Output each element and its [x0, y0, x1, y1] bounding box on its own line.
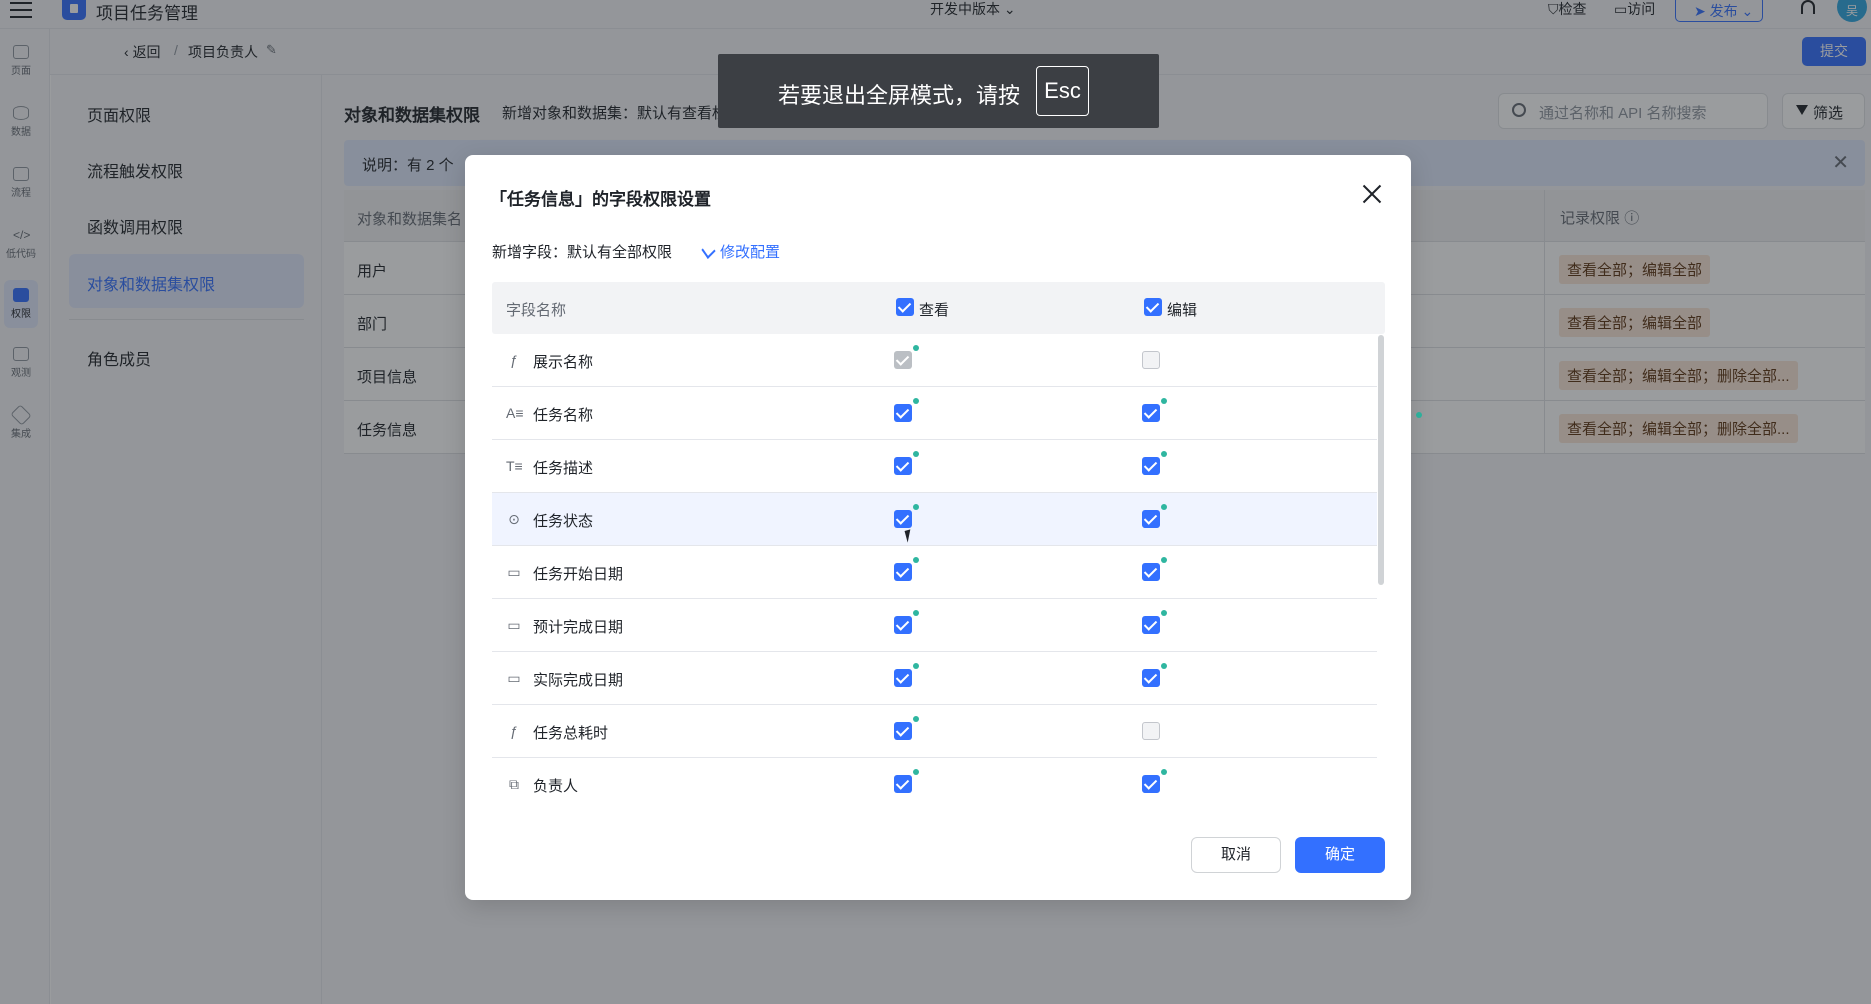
changed-dot [913, 769, 919, 775]
view-checkbox[interactable] [894, 398, 919, 422]
field-row: ▭ 实际完成日期 [492, 652, 1377, 705]
modify-config-label: 修改配置 [720, 244, 781, 261]
view-checkbox [894, 345, 919, 369]
changed-dot [1161, 769, 1167, 775]
changed-dot [1161, 557, 1167, 563]
field-row: ⊙ 任务状态 [492, 493, 1377, 546]
changed-dot [913, 557, 919, 563]
cancel-button[interactable]: 取消 [1191, 837, 1281, 873]
changed-dot [913, 398, 919, 404]
close-icon[interactable] [1361, 183, 1383, 205]
changed-dot [913, 504, 919, 510]
formula-icon: ƒ [510, 352, 518, 368]
formula-icon: ƒ [510, 723, 518, 739]
edit-checkbox[interactable] [1142, 504, 1167, 528]
text-icon: A≡ [506, 405, 524, 421]
edit-checkbox[interactable] [1142, 610, 1167, 634]
calendar-icon: ▭ [507, 564, 521, 580]
edit-checkbox[interactable] [1142, 769, 1167, 793]
calendar-icon: ▭ [507, 617, 521, 633]
changed-dot [1161, 504, 1167, 510]
field-name: 展示名称 [533, 354, 594, 371]
edit-checkbox[interactable] [1142, 398, 1167, 422]
view-checkbox[interactable] [894, 504, 919, 528]
field-row: ▭ 预计完成日期 [492, 599, 1377, 652]
view-all-checkbox[interactable] [896, 298, 914, 316]
changed-dot [913, 716, 919, 722]
changed-dot [1161, 451, 1167, 457]
scrollbar[interactable] [1378, 335, 1384, 585]
field-permission-table: 字段名称 查看 编辑 ƒ 展示名称 A≡ 任务名称 T≡ 任务描述 ⊙ 任务状态 [492, 282, 1385, 810]
field-row: ⧉ 负责人 [492, 758, 1377, 810]
changed-dot [913, 451, 919, 457]
calendar-icon: ▭ [507, 670, 521, 686]
fullscreen-toast: 若要退出全屏模式，请按 Esc [718, 54, 1159, 128]
field-name: 实际完成日期 [533, 672, 624, 689]
field-row: ƒ 展示名称 [492, 334, 1377, 387]
table-header: 字段名称 查看 编辑 [492, 282, 1385, 334]
fullscreen-toast-text: 若要退出全屏模式，请按 [778, 83, 1021, 108]
option-icon: ⊙ [508, 511, 520, 527]
dialog-title: 「任务信息」的字段权限设置 [490, 190, 711, 209]
changed-dot [1161, 610, 1167, 616]
field-name: 任务状态 [533, 513, 594, 530]
field-name: 任务开始日期 [533, 566, 624, 583]
column-header-edit: 编辑 [1167, 302, 1198, 319]
field-row: A≡ 任务名称 [492, 387, 1377, 440]
field-name: 任务名称 [533, 407, 594, 424]
column-header-view: 查看 [919, 302, 950, 319]
edit-icon [701, 242, 716, 259]
field-name: 任务描述 [533, 460, 594, 477]
column-header-field: 字段名称 [506, 302, 567, 319]
edit-checkbox[interactable] [1142, 663, 1167, 687]
view-checkbox[interactable] [894, 451, 919, 475]
field-row: T≡ 任务描述 [492, 440, 1377, 493]
view-checkbox[interactable] [894, 610, 919, 634]
edit-checkbox[interactable] [1142, 722, 1160, 740]
edit-all-checkbox[interactable] [1144, 298, 1162, 316]
view-checkbox[interactable] [894, 769, 919, 793]
multiline-text-icon: T≡ [506, 458, 523, 474]
changed-dot [913, 345, 919, 351]
field-row: ▭ 任务开始日期 [492, 546, 1377, 599]
view-checkbox[interactable] [894, 716, 919, 740]
field-permission-dialog: 「任务信息」的字段权限设置 新增字段：默认有全部权限 修改配置 字段名称 查看 … [465, 155, 1411, 900]
new-field-default-text: 新增字段：默认有全部权限 [492, 244, 673, 261]
changed-dot [1161, 663, 1167, 669]
changed-dot [913, 610, 919, 616]
view-checkbox[interactable] [894, 663, 919, 687]
view-checkbox[interactable] [894, 557, 919, 581]
field-row: ƒ 任务总耗时 [492, 705, 1377, 758]
changed-dot [913, 663, 919, 669]
edit-checkbox[interactable] [1142, 557, 1167, 581]
field-name: 任务总耗时 [533, 725, 609, 742]
modify-config-link[interactable]: 修改配置 [701, 241, 781, 262]
field-name: 预计完成日期 [533, 619, 624, 636]
changed-dot [1161, 398, 1167, 404]
edit-checkbox[interactable] [1142, 451, 1167, 475]
field-name: 负责人 [533, 778, 579, 795]
esc-key-badge: Esc [1036, 66, 1089, 116]
lookup-icon: ⧉ [509, 776, 519, 792]
confirm-button[interactable]: 确定 [1295, 837, 1385, 873]
edit-checkbox[interactable] [1142, 351, 1160, 369]
status-dot [1416, 412, 1422, 418]
